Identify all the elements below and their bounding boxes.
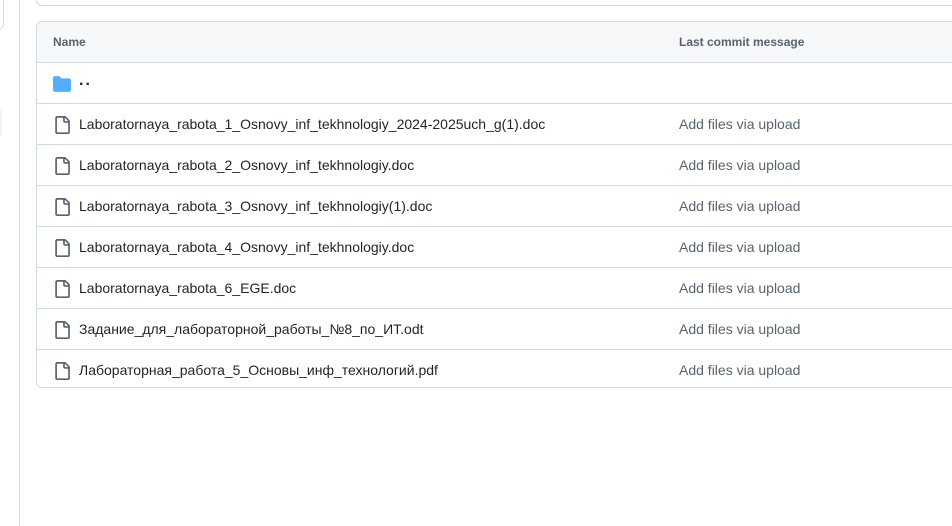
- table-row[interactable]: Laboratornaya_rabota_2_Osnovy_inf_tekhno…: [37, 145, 952, 186]
- table-row[interactable]: Laboratornaya_rabota_6_EGE.doc Add files …: [37, 268, 952, 309]
- commit-message-link[interactable]: Add files via upload: [679, 321, 800, 337]
- file-name-link[interactable]: Laboratornaya_rabota_6_EGE.doc: [79, 280, 296, 296]
- table-row[interactable]: Laboratornaya_rabota_3_Osnovy_inf_tekhno…: [37, 186, 952, 227]
- file-icon: [55, 239, 70, 257]
- file-name-link[interactable]: Laboratornaya_rabota_4_Osnovy_inf_tekhno…: [79, 239, 414, 255]
- file-rows: Laboratornaya_rabota_1_Osnovy_inf_tekhno…: [37, 104, 952, 387]
- file-name-link[interactable]: Laboratornaya_rabota_2_Osnovy_inf_tekhno…: [79, 157, 414, 173]
- file-icon: [55, 116, 70, 134]
- latest-commit-box: [36, 0, 952, 6]
- folder-icon: [53, 76, 71, 92]
- commit-message-link[interactable]: Add files via upload: [679, 280, 800, 296]
- parent-directory-row[interactable]: ..: [37, 63, 952, 104]
- column-header-last-commit-message: Last commit message: [679, 35, 805, 49]
- file-icon: [55, 321, 70, 339]
- file-name-link[interactable]: Задание_для_лабораторной_работы_№8_по_ИТ…: [79, 321, 424, 337]
- sidebar: [0, 0, 20, 526]
- sidebar-active-item[interactable]: [0, 108, 2, 138]
- parent-directory-link[interactable]: ..: [79, 72, 92, 90]
- file-name-link[interactable]: Laboratornaya_rabota_1_Osnovy_inf_tekhno…: [79, 116, 545, 132]
- file-name-link[interactable]: Laboratornaya_rabota_3_Osnovy_inf_tekhno…: [79, 198, 432, 214]
- commit-message-link[interactable]: Add files via upload: [679, 198, 800, 214]
- file-icon: [55, 280, 70, 298]
- table-row[interactable]: Лабораторная_работа_5_Основы_инф_техноло…: [37, 350, 952, 387]
- file-table: Name Last commit message .. Laboratornay…: [36, 21, 952, 388]
- table-row[interactable]: Задание_для_лабораторной_работы_№8_по_ИТ…: [37, 309, 952, 350]
- table-header: Name Last commit message: [37, 22, 952, 63]
- file-name-link[interactable]: Лабораторная_работа_5_Основы_инф_техноло…: [79, 362, 438, 378]
- file-icon: [55, 157, 70, 175]
- file-icon: [55, 362, 70, 380]
- table-row[interactable]: Laboratornaya_rabota_1_Osnovy_inf_tekhno…: [37, 104, 952, 145]
- commit-message-link[interactable]: Add files via upload: [679, 157, 800, 173]
- commit-message-link[interactable]: Add files via upload: [679, 116, 800, 132]
- sidebar-control[interactable]: [0, 0, 4, 30]
- file-icon: [55, 198, 70, 216]
- table-row[interactable]: Laboratornaya_rabota_4_Osnovy_inf_tekhno…: [37, 227, 952, 268]
- page: Name Last commit message .. Laboratornay…: [0, 0, 952, 526]
- commit-message-link[interactable]: Add files via upload: [679, 239, 800, 255]
- column-header-name: Name: [53, 35, 86, 49]
- commit-message-link[interactable]: Add files via upload: [679, 362, 800, 378]
